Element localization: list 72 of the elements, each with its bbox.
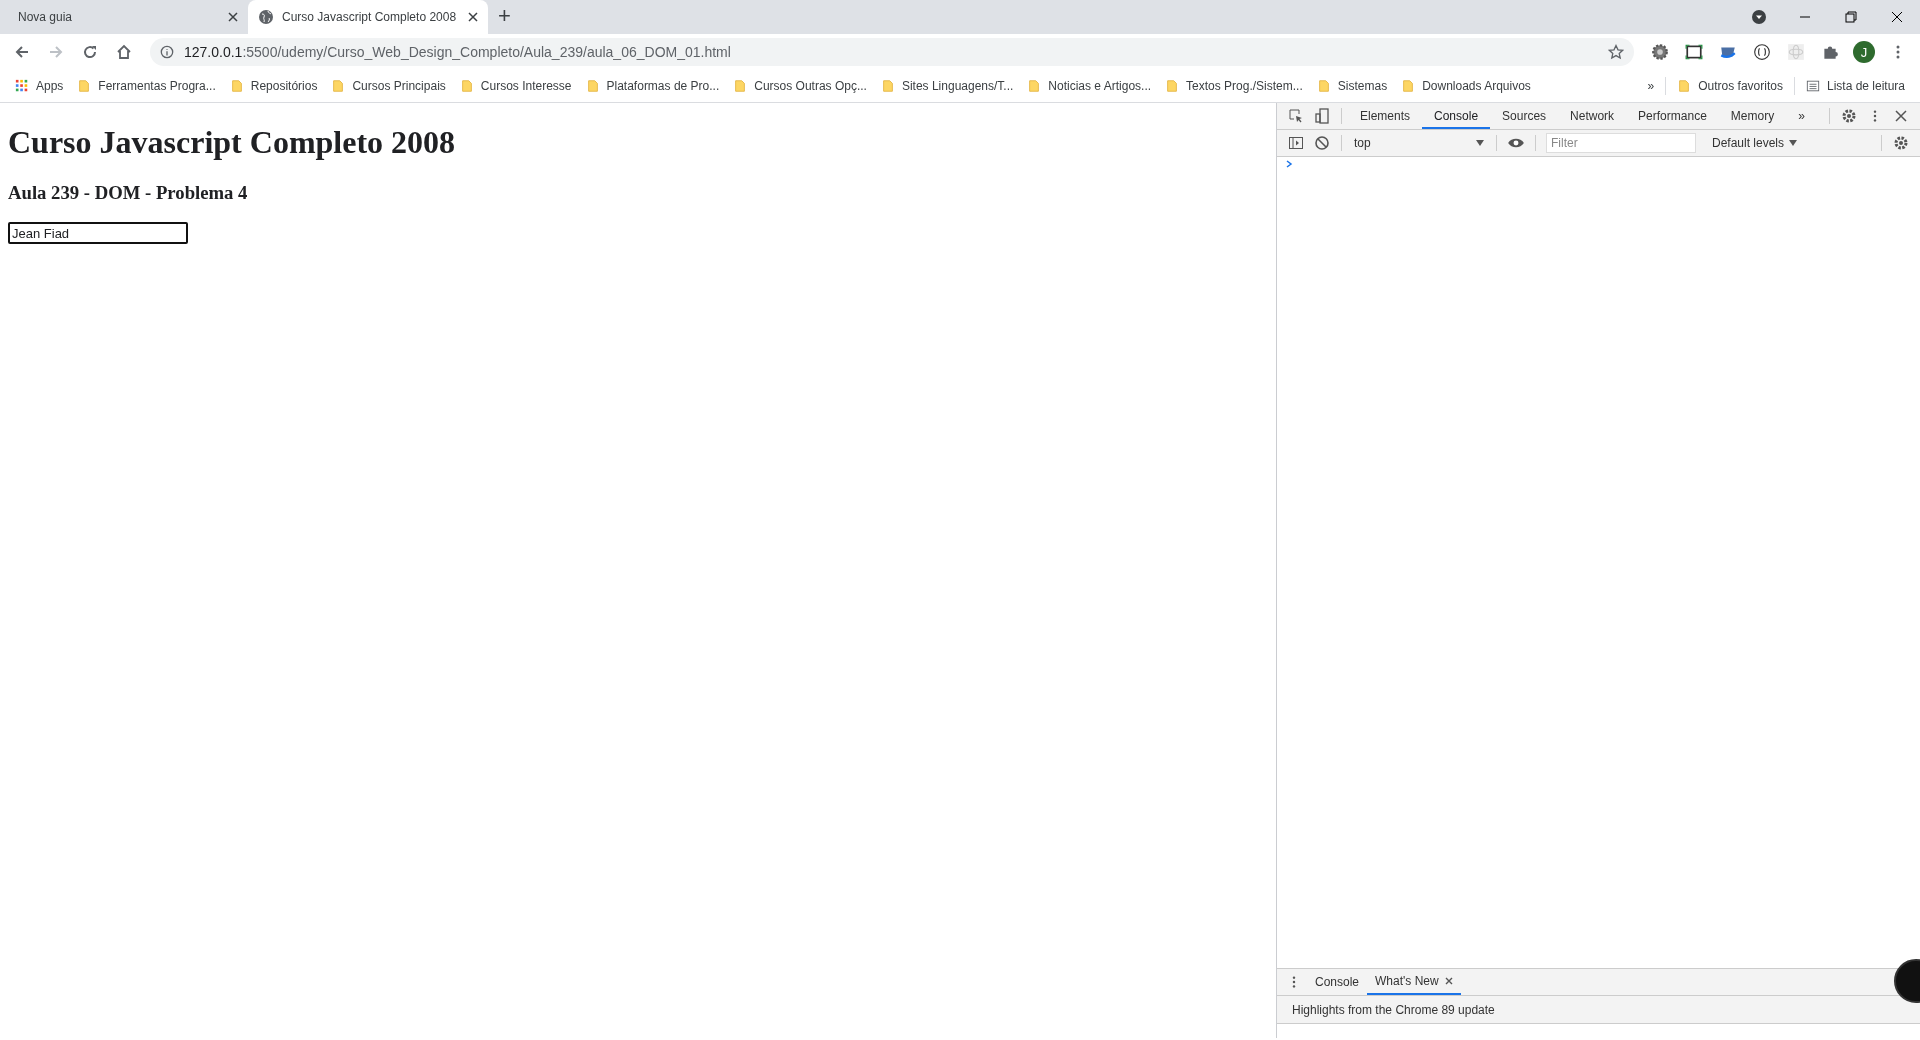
- page-heading: Curso Javascript Completo 2008: [8, 124, 457, 161]
- bookmark[interactable]: Sites Linguagens/T...: [873, 72, 1021, 100]
- restore-icon[interactable]: [1845, 11, 1857, 23]
- folder-icon: [1316, 79, 1331, 93]
- devtools-tab[interactable]: Elements: [1348, 103, 1423, 129]
- profile-avatar[interactable]: J: [1853, 41, 1875, 63]
- reload-icon[interactable]: [82, 44, 98, 60]
- folder-icon: [77, 79, 92, 93]
- prompt-icon: [1285, 160, 1293, 168]
- browser-tab[interactable]: Nova guia: [8, 0, 248, 34]
- tab-search-icon[interactable]: [1751, 9, 1767, 25]
- home-icon[interactable]: [116, 44, 132, 60]
- sidebar-icon[interactable]: [1288, 135, 1304, 151]
- bookmark[interactable]: Cursos Principais: [324, 72, 453, 100]
- browser-tab[interactable]: Curso Javascript Completo 2008: [248, 0, 488, 34]
- bookmark[interactable]: Cursos Interesse: [452, 72, 579, 100]
- bookmark[interactable]: Lista de leitura: [1798, 72, 1912, 100]
- dropdown-icon: [1789, 139, 1798, 147]
- settings-icon[interactable]: [1893, 135, 1909, 151]
- new-tab-button[interactable]: +: [488, 0, 521, 34]
- back-icon[interactable]: [14, 44, 30, 60]
- inspect-icon[interactable]: [1288, 108, 1304, 124]
- levels-dropdown[interactable]: Default levels: [1700, 130, 1810, 156]
- bookmark[interactable]: Textos Prog./Sistem...: [1158, 72, 1310, 100]
- folder-icon: [733, 79, 748, 93]
- bookmark[interactable]: Apps: [8, 72, 71, 100]
- braces-icon[interactable]: [1753, 43, 1771, 61]
- bookmark[interactable]: Noticias e Artigos...: [1020, 72, 1159, 100]
- filter-field[interactable]: Filter: [1546, 133, 1696, 153]
- settings-icon[interactable]: [1841, 108, 1857, 124]
- devtools-tab[interactable]: Memory: [1718, 103, 1787, 129]
- dropdown-icon: [1476, 139, 1484, 147]
- close-icon[interactable]: [1444, 977, 1453, 985]
- context-selector[interactable]: top: [1348, 136, 1490, 150]
- more-bookmarks-button[interactable]: »: [1640, 72, 1662, 100]
- drawer-tab[interactable]: Console: [1307, 969, 1368, 995]
- apps-icon: [15, 79, 29, 93]
- devtools-tab[interactable]: Sources: [1490, 103, 1559, 129]
- bookmark[interactable]: Downloads Arquivos: [1394, 72, 1538, 100]
- name-input[interactable]: Jean Fiad: [8, 222, 188, 244]
- device-toggle-icon[interactable]: [1314, 108, 1330, 124]
- page-subheading: Aula 239 - DOM - Problema 4: [8, 182, 249, 204]
- bookmark[interactable]: Outros favoritos: [1670, 72, 1790, 100]
- folder-icon: [459, 79, 474, 93]
- bookmark[interactable]: Cursos Outras Opç...: [726, 72, 874, 100]
- screen-capture-icon[interactable]: [1685, 43, 1703, 61]
- gear-icon[interactable]: [1651, 43, 1669, 61]
- folder-icon: [1027, 79, 1042, 93]
- bookmark[interactable]: Sistemas: [1309, 72, 1395, 100]
- folder-icon: [229, 79, 244, 93]
- close-icon[interactable]: [228, 12, 238, 22]
- address-bar[interactable]: 127.0.0.1:5500/udemy/Curso_Web_Design_Completo/Aula_239/aula_06_DOM_01.html: [150, 38, 1634, 66]
- folder-icon: [880, 79, 895, 93]
- folder-icon: [331, 79, 346, 93]
- clear-icon[interactable]: [1314, 135, 1330, 151]
- star-icon[interactable]: [1608, 44, 1624, 60]
- devtools-tab[interactable]: Performance: [1626, 103, 1719, 129]
- folder-icon: [1677, 79, 1692, 93]
- list-icon: [1805, 79, 1820, 93]
- folder-icon: [585, 79, 600, 93]
- close-icon[interactable]: [468, 12, 478, 22]
- devtools-tab[interactable]: Network: [1558, 103, 1627, 129]
- info-icon: [160, 45, 174, 59]
- close-icon[interactable]: [1891, 11, 1903, 23]
- more-tabs-button[interactable]: »: [1786, 103, 1817, 129]
- bookmark[interactable]: Ferramentas Progra...: [70, 72, 223, 100]
- close-icon[interactable]: [1895, 110, 1907, 122]
- bookmark[interactable]: Plataformas de Pro...: [578, 72, 727, 100]
- folder-icon: [1401, 79, 1416, 93]
- folder-icon: [1165, 79, 1180, 93]
- bookmark[interactable]: Repositórios: [222, 72, 325, 100]
- whats-new-title: Highlights from the Chrome 89 update: [1292, 1002, 1495, 1017]
